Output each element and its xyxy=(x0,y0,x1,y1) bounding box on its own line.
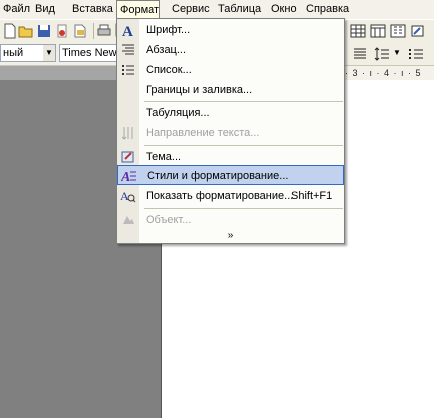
menu-item-shortcut: Shift+F1 xyxy=(291,190,333,202)
menu-item-label: Абзац... xyxy=(146,44,187,56)
svg-text:A: A xyxy=(120,189,129,203)
svg-text:A: A xyxy=(121,170,130,184)
font-value: Times New R xyxy=(62,47,117,59)
theme-icon xyxy=(121,151,134,163)
menu-item-tabs[interactable]: Табуляция... xyxy=(117,103,344,123)
menu-item-object: Объект... xyxy=(117,210,344,230)
menu-item-label: Стили и форматирование... xyxy=(147,170,289,182)
list-icon xyxy=(122,65,134,75)
justify-icon[interactable] xyxy=(352,46,368,62)
print-icon[interactable] xyxy=(96,23,112,39)
menu-item-label: Шрифт... xyxy=(146,24,191,36)
columns-icon[interactable] xyxy=(370,23,386,39)
new-document-icon[interactable] xyxy=(2,23,18,39)
menu-window[interactable]: Окно xyxy=(268,0,300,19)
menu-item-label: Направление текста... xyxy=(146,127,260,139)
menu-bar: Файл Вид Вставка Формат Сервис Таблица О… xyxy=(0,0,434,19)
drawing-icon[interactable] xyxy=(410,23,426,39)
menu-item-label: Табуляция... xyxy=(146,107,210,119)
menu-separator xyxy=(144,101,343,102)
menu-item-label: Объект... xyxy=(146,214,192,226)
text-direction-icon xyxy=(121,127,133,140)
paragraph-icon xyxy=(122,44,134,55)
styles-icon: A xyxy=(121,170,136,184)
menu-item-theme[interactable]: Тема... xyxy=(117,147,344,167)
chevron-down-icon[interactable]: ▼ xyxy=(393,48,401,57)
menu-expand-chevron-icon[interactable]: » xyxy=(117,229,344,243)
line-spacing-icon[interactable] xyxy=(374,46,390,62)
menu-item-text-direction: Направление текста... xyxy=(117,123,344,143)
columns-icon[interactable] xyxy=(390,23,406,39)
menu-item-label: Тема... xyxy=(146,151,182,163)
menu-separator xyxy=(144,208,343,209)
menu-item-label: Показать форматирование... xyxy=(146,190,294,202)
toolbar-separator xyxy=(93,23,94,39)
font-icon: A xyxy=(122,24,133,38)
email-icon[interactable] xyxy=(72,23,88,39)
menu-item-list[interactable]: Список... xyxy=(117,60,344,80)
permission-icon[interactable] xyxy=(54,23,70,39)
menu-item-label: Список... xyxy=(146,64,192,76)
chevron-down-icon[interactable]: ▼ xyxy=(43,45,55,61)
menu-tools[interactable]: Сервис xyxy=(169,0,213,19)
menu-table[interactable]: Таблица xyxy=(215,0,264,19)
horizontal-ruler[interactable]: · 3 · ı · 4 · ı · 5 xyxy=(345,66,434,80)
table-icon[interactable] xyxy=(350,23,366,39)
open-folder-icon[interactable] xyxy=(18,23,34,39)
menu-item-paragraph[interactable]: Абзац... xyxy=(117,40,344,60)
menu-item-borders-shading[interactable]: Границы и заливка... xyxy=(117,80,344,100)
menu-help[interactable]: Справка xyxy=(303,0,352,19)
menu-format[interactable]: Формат xyxy=(116,0,160,19)
font-combo[interactable]: Times New R xyxy=(59,44,117,62)
save-icon[interactable] xyxy=(36,23,52,39)
numbering-icon[interactable] xyxy=(408,46,424,62)
menu-view[interactable]: Вид xyxy=(32,0,58,19)
object-icon xyxy=(123,216,134,224)
menu-separator xyxy=(144,145,343,146)
menu-item-reveal-formatting[interactable]: A Показать форматирование... Shift+F1 xyxy=(117,186,344,206)
format-menu: A Шрифт... Абзац... Список... Границы и … xyxy=(116,18,345,244)
menu-item-label: Границы и заливка... xyxy=(146,84,253,96)
reveal-formatting-icon: A xyxy=(120,189,136,203)
menu-file[interactable]: Файл xyxy=(0,0,33,19)
menu-item-styles-formatting[interactable]: A Стили и форматирование... xyxy=(117,165,344,185)
style-combo[interactable]: ный ▼ xyxy=(0,44,56,62)
svg-text:A: A xyxy=(122,24,133,38)
menu-insert[interactable]: Вставка xyxy=(69,0,116,19)
menu-item-font[interactable]: A Шрифт... xyxy=(117,20,344,40)
style-value: ный xyxy=(3,47,24,59)
